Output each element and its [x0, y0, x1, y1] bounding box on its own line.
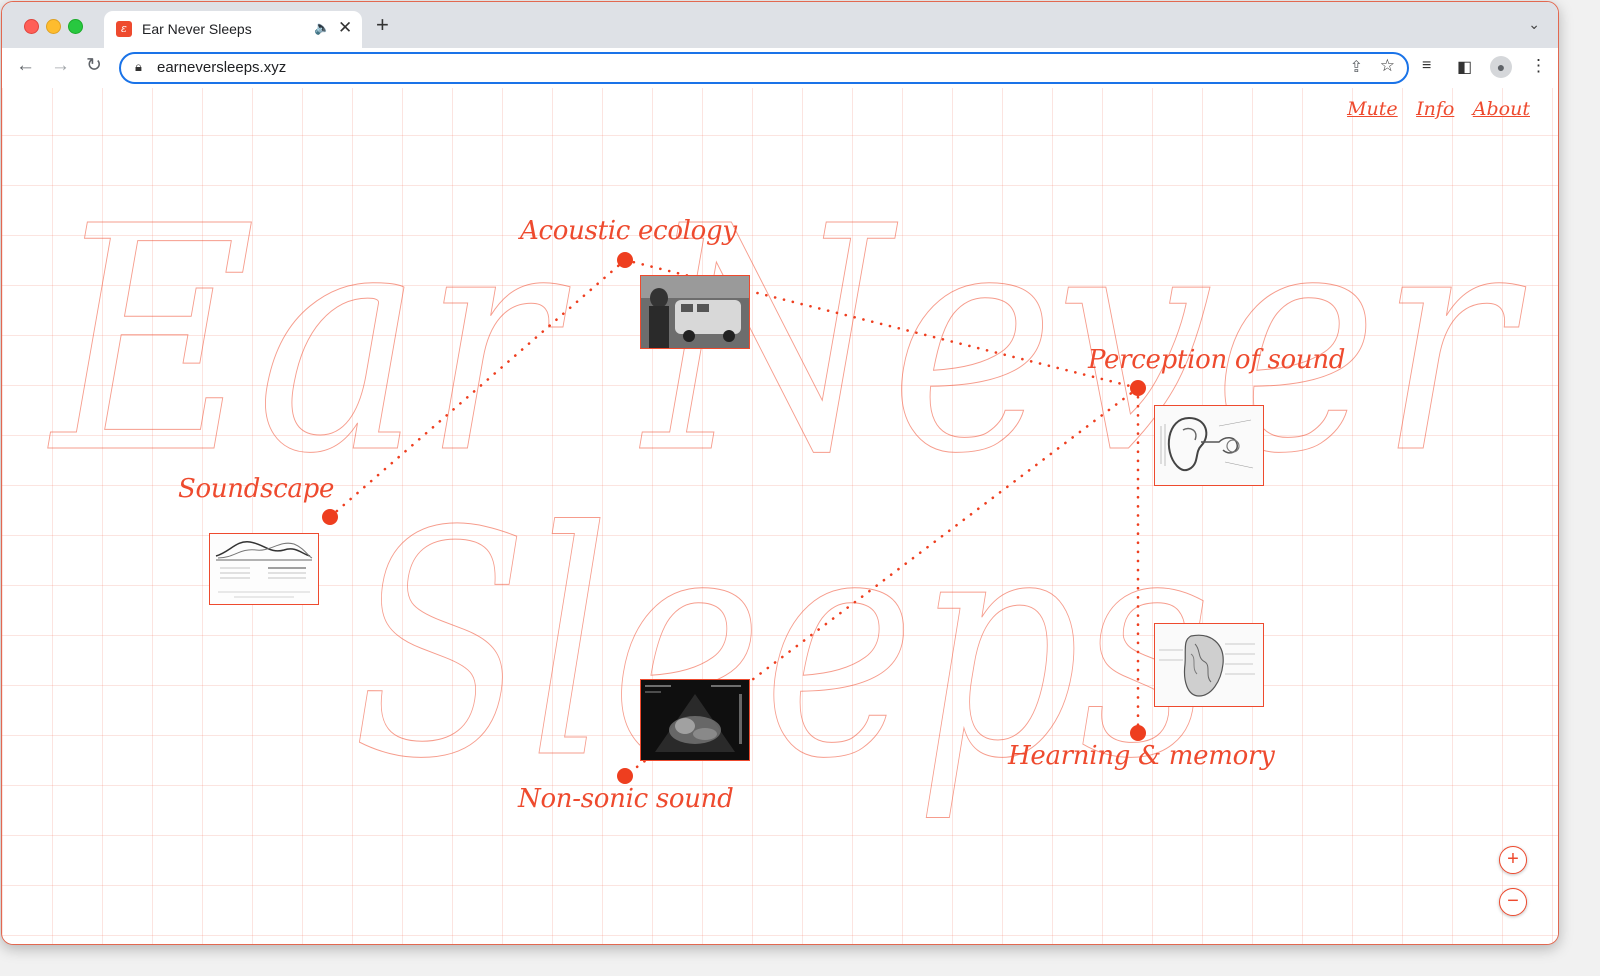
ultrasound-image — [641, 680, 749, 760]
back-arrow-icon[interactable]: ← — [16, 55, 35, 77]
maximize-window-button[interactable] — [68, 19, 83, 34]
info-link[interactable]: Info — [1416, 98, 1454, 120]
share-icon[interactable]: ⇪ — [1350, 57, 1363, 77]
active-tab[interactable]: ε Ear Never Sleeps 🔈 ✕ — [104, 11, 362, 48]
brain-anatomy-image — [1155, 624, 1263, 706]
node-thumbnail-perception-of-sound[interactable] — [1154, 405, 1264, 486]
ear-anatomy-image — [1155, 406, 1263, 485]
about-link[interactable]: About — [1473, 98, 1530, 120]
page-canvas[interactable]: Ear Never Sleeps Mute Info About Acousti… — [2, 88, 1558, 944]
profile-avatar-icon[interactable]: ● — [1490, 56, 1512, 78]
speaker-icon[interactable]: 🔈 — [314, 20, 330, 36]
node-thumbnail-hearing-and-memory[interactable] — [1154, 623, 1264, 707]
node-dot-hearing-and-memory[interactable] — [1130, 725, 1146, 741]
link-soundscape-acoustic — [328, 258, 627, 519]
tab-strip: ε Ear Never Sleeps 🔈 ✕ + ⌄ — [2, 2, 1558, 48]
media-control-icon[interactable]: ≡ — [1422, 57, 1431, 75]
minimize-window-button[interactable] — [46, 19, 61, 34]
node-thumbnail-acoustic-ecology[interactable] — [640, 275, 750, 349]
ear-favicon-icon: ε — [116, 21, 132, 37]
node-dot-perception-of-sound[interactable] — [1130, 380, 1146, 396]
url-text[interactable]: earneversleeps.xyz — [157, 59, 286, 76]
van-photo-image — [641, 276, 749, 348]
kebab-menu-icon[interactable]: ⋮ — [1530, 56, 1547, 76]
node-dot-acoustic-ecology[interactable] — [617, 252, 633, 268]
node-dot-non-sonic-sound[interactable] — [617, 768, 633, 784]
chevron-down-icon[interactable]: ⌄ — [1528, 16, 1540, 33]
connection-lines — [328, 258, 1140, 778]
reload-icon[interactable]: ↻ — [86, 55, 102, 77]
lock-icon: 🔒︎ — [135, 59, 142, 74]
node-label-hearing-and-memory[interactable]: Hearning & memory — [1008, 741, 1275, 771]
node-thumbnail-soundscape[interactable] — [209, 533, 319, 605]
new-tab-button[interactable]: + — [376, 14, 389, 36]
star-icon[interactable]: ☆ — [1380, 56, 1395, 76]
mute-link[interactable]: Mute — [1347, 98, 1398, 120]
zoom-out-button[interactable]: − — [1499, 888, 1527, 916]
soundscape-diagram-image — [210, 534, 318, 604]
address-bar[interactable]: 🔒︎ earneversleeps.xyz ⇪ ☆ — [119, 52, 1409, 84]
node-label-non-sonic-sound[interactable]: Non-sonic sound — [518, 784, 734, 814]
side-panel-icon[interactable]: ◧ — [1457, 57, 1472, 77]
tab-title: Ear Never Sleeps — [142, 21, 252, 37]
node-label-perception-of-sound[interactable]: Perception of sound — [1088, 345, 1345, 375]
browser-toolbar: ← → ↻ 🔒︎ earneversleeps.xyz ⇪ ☆ ≡ ◧ ● ⋮ — [2, 48, 1558, 89]
forward-arrow-icon[interactable]: → — [51, 55, 70, 77]
node-thumbnail-non-sonic-sound[interactable] — [640, 679, 750, 761]
zoom-in-button[interactable]: + — [1499, 846, 1527, 874]
browser-window: ε Ear Never Sleeps 🔈 ✕ + ⌄ ← → ↻ 🔒︎ earn… — [1, 1, 1559, 945]
node-dot-soundscape[interactable] — [322, 509, 338, 525]
node-label-acoustic-ecology[interactable]: Acoustic ecology — [520, 216, 737, 246]
node-label-soundscape[interactable]: Soundscape — [178, 474, 334, 504]
close-window-button[interactable] — [24, 19, 39, 34]
close-tab-icon[interactable]: ✕ — [338, 18, 352, 38]
top-nav: Mute Info About — [1333, 98, 1530, 120]
